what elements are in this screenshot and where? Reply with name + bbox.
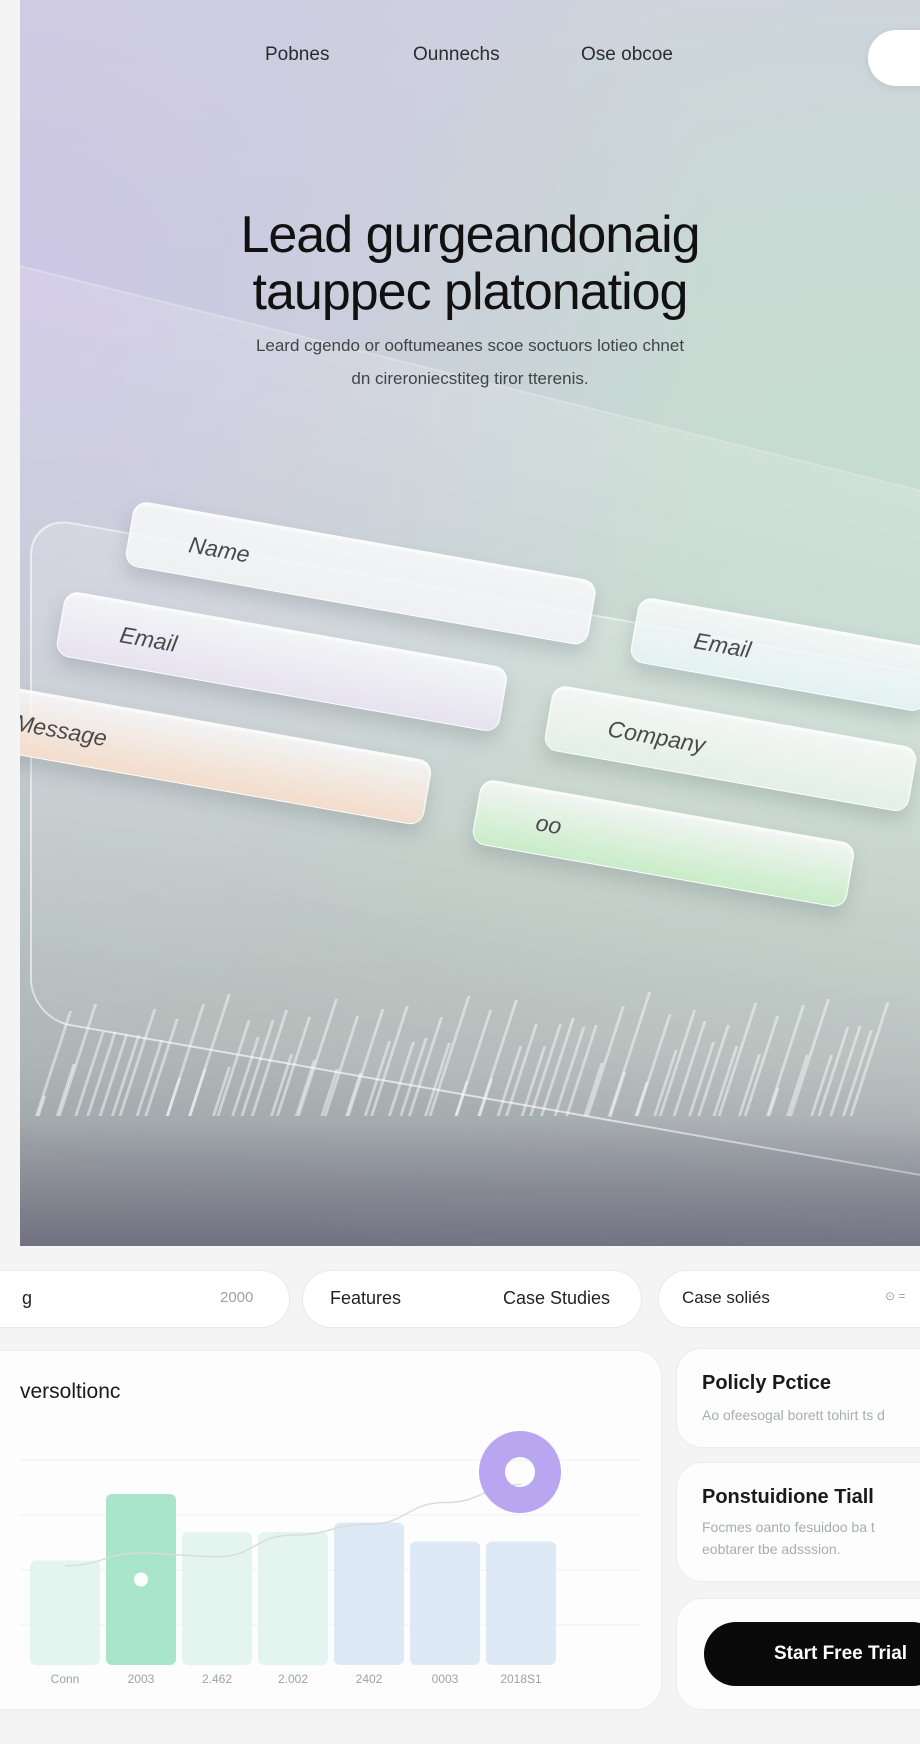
hero-shade — [20, 1120, 920, 1246]
chart-tick-label: Conn — [50, 1672, 80, 1686]
chart-bar[interactable] — [258, 1532, 328, 1665]
nav-link-1[interactable]: Pobnes — [265, 44, 329, 66]
nav-link-3[interactable]: Ose obcoe — [581, 44, 673, 66]
submit-field-placeholder: oo — [533, 809, 564, 840]
bar-chart — [20, 1431, 640, 1666]
chart-bar[interactable] — [334, 1522, 404, 1666]
nav-cta-button[interactable]: ST — [868, 30, 920, 86]
chart-highlight-dot — [514, 1466, 526, 1478]
name-field-placeholder: Name — [186, 531, 252, 568]
chart-tick-label: 2.462 — [201, 1672, 233, 1686]
side-card-2-desc-line1: Focmes oanto fesuidoo ba t — [702, 1519, 875, 1535]
chart-bar-marker — [134, 1572, 148, 1587]
chart-bar[interactable] — [486, 1541, 556, 1666]
chart-tick-label: 0003 — [431, 1672, 459, 1686]
chart-bar[interactable] — [30, 1560, 100, 1666]
hero-title-line2: tauppec platonatiog — [252, 263, 689, 321]
decorative-bar — [34, 1010, 73, 1116]
filter-pill-1-label: g — [22, 1288, 33, 1308]
chart-tick-label: 2003 — [127, 1672, 155, 1686]
chart-card-title: versoltionc — [20, 1380, 121, 1403]
side-card-2-desc-line2: eobtarer tbe adsssion. — [702, 1541, 841, 1557]
message-field-placeholder: Message — [20, 709, 109, 752]
hero-subtitle-line2: dn cireroniecstiteg tiror tterenis. — [351, 369, 589, 388]
side-card-2-title: Ponstuidione Tiall — [702, 1486, 874, 1508]
chart-bar[interactable] — [410, 1541, 480, 1666]
nav-link-2[interactable]: Ounnechs — [413, 44, 500, 66]
side-card-1-title: Policly Pctice — [702, 1372, 831, 1394]
hero-title-line1: Lead gurgeandonaig — [240, 206, 700, 264]
start-free-trial-button[interactable]: Start Free Trial — [704, 1622, 920, 1686]
extra-filter-icon[interactable]: ⊙ = — [885, 1289, 905, 1303]
filter-pill-1-value: 2000 — [220, 1289, 254, 1306]
email-field-secondary-placeholder: Email — [691, 627, 754, 663]
hero-subtitle-line1: Leard cgendo or ooftumeanes scoe soctuor… — [255, 336, 685, 355]
company-field-placeholder: Company — [605, 715, 708, 758]
case-solutions-tab[interactable]: Case soliés — [682, 1288, 770, 1308]
chart-tick-label: 2018S1 — [500, 1672, 542, 1686]
features-tab[interactable]: Features — [330, 1288, 401, 1309]
side-card-1[interactable] — [676, 1348, 920, 1448]
chart-tick-label: 2.002 — [277, 1672, 309, 1686]
email-field-placeholder: Email — [117, 621, 180, 657]
side-card-1-desc: Ao ofeesogal borett tohirt ts d — [702, 1407, 885, 1423]
case-studies-tab[interactable]: Case Studies — [503, 1288, 610, 1309]
chart-tick-label: 2402 — [355, 1672, 383, 1686]
hero-section: Name Email Email Message Company oo Pobn… — [20, 0, 920, 1246]
